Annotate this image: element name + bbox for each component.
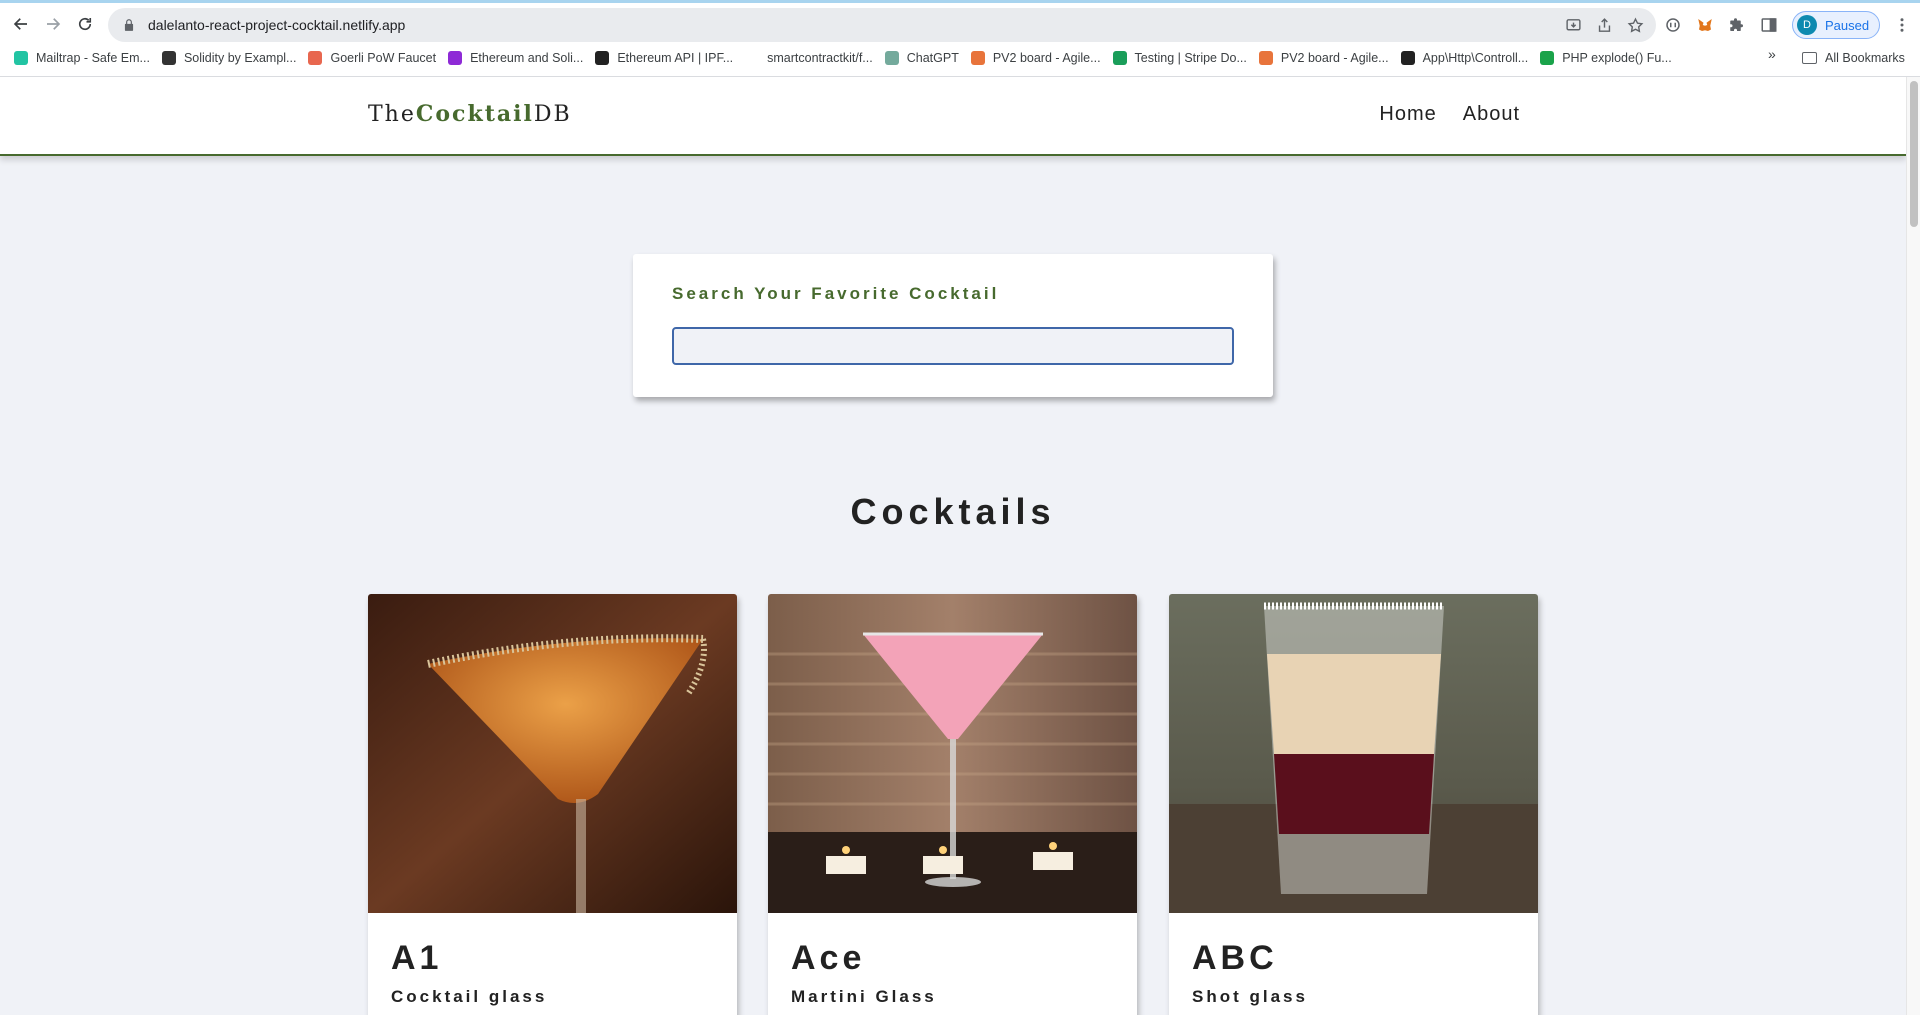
nav-links: Home About xyxy=(1379,103,1520,126)
cocktail-image[interactable] xyxy=(768,594,1137,913)
browser-chrome: dalelanto-react-project-cocktail.netlify… xyxy=(0,0,1920,77)
search-label: Search Your Favorite Cocktail xyxy=(672,284,1000,303)
search-input[interactable] xyxy=(672,327,1234,365)
bookmark-item[interactable]: Mailtrap - Safe Em... xyxy=(8,46,156,70)
bookmark-item[interactable]: Ethereum and Soli... xyxy=(442,46,589,70)
bookmarks-bar: Mailtrap - Safe Em... Solidity by Exampl.… xyxy=(0,44,1920,72)
back-button[interactable] xyxy=(8,11,34,37)
bookmark-favicon-icon xyxy=(1540,51,1555,65)
cocktail-glass: Martini Glass xyxy=(791,987,937,1006)
cocktail-image[interactable] xyxy=(368,594,737,913)
folder-icon xyxy=(1802,52,1817,64)
forward-button[interactable] xyxy=(40,11,66,37)
reload-icon xyxy=(78,17,92,31)
all-bookmarks-label: All Bookmarks xyxy=(1825,51,1905,65)
cocktail-name: Ace xyxy=(791,939,866,977)
cocktail-glass: Shot glass xyxy=(1192,987,1308,1006)
url-text[interactable]: dalelanto-react-project-cocktail.netlify… xyxy=(148,17,405,33)
nav-home-link[interactable]: Home xyxy=(1379,103,1436,126)
bookmark-label: Goerli PoW Faucet xyxy=(330,51,437,65)
bookmark-item[interactable]: App\Http\Controll... xyxy=(1395,46,1535,70)
bookmark-label: App\Http\Controll... xyxy=(1422,51,1529,65)
bookmark-item[interactable]: PV2 board - Agile... xyxy=(1253,46,1395,70)
extension-circle-icon[interactable] xyxy=(1664,16,1682,34)
page-viewport: TheCocktailDB Home About Search Your Fav… xyxy=(0,77,1906,1015)
bookmark-label: Ethereum API | IPF... xyxy=(617,51,734,65)
cocktail-card[interactable]: A1 Cocktail glass xyxy=(368,594,737,1015)
profile-status: Paused xyxy=(1825,17,1870,33)
search-form: Search Your Favorite Cocktail xyxy=(633,254,1273,397)
bookmark-favicon-icon xyxy=(745,51,760,65)
metamask-fox-icon[interactable] xyxy=(1696,16,1714,34)
bookmark-favicon-icon xyxy=(14,51,28,65)
logo-suffix: DB xyxy=(533,102,572,127)
puzzle-extensions-icon[interactable] xyxy=(1728,16,1746,34)
avatar: D xyxy=(1797,15,1817,35)
cocktail-glass: Cocktail glass xyxy=(391,987,548,1006)
reload-button[interactable] xyxy=(72,11,98,37)
bookmark-favicon-icon xyxy=(308,51,323,65)
site-logo[interactable]: TheCocktailDB xyxy=(368,101,572,127)
cocktail-card[interactable]: ABC Shot glass xyxy=(1169,594,1538,1015)
bookmark-label: Ethereum and Soli... xyxy=(470,51,584,65)
bookmark-favicon-icon xyxy=(595,51,610,65)
arrow-left-icon xyxy=(13,18,27,30)
bookmark-favicon-icon xyxy=(1400,51,1415,65)
bookmark-label: Testing | Stripe Do... xyxy=(1134,51,1247,65)
share-icon[interactable] xyxy=(1596,17,1613,34)
bookmark-favicon-icon xyxy=(884,51,899,65)
cocktail-card[interactable]: Ace Martini Glass xyxy=(768,594,1137,1015)
browser-toolbar: dalelanto-react-project-cocktail.netlify… xyxy=(0,3,1920,43)
kebab-menu-icon xyxy=(1900,18,1904,32)
browser-menu-button[interactable] xyxy=(1890,13,1914,37)
section-title: Cocktails xyxy=(850,491,1056,532)
page-scrollbar[interactable] xyxy=(1906,77,1920,1015)
bookmark-item[interactable]: PV2 board - Agile... xyxy=(965,46,1107,70)
bookmark-item[interactable]: Solidity by Exampl... xyxy=(156,46,303,70)
bookmark-item[interactable]: PHP explode() Fu... xyxy=(1534,46,1678,70)
bookmark-item[interactable]: Testing | Stripe Do... xyxy=(1107,46,1253,70)
cocktail-image[interactable] xyxy=(1169,594,1538,913)
bookmark-item[interactable]: ChatGPT xyxy=(879,46,965,70)
bookmark-item[interactable]: Goerli PoW Faucet xyxy=(302,46,442,70)
bookmark-label: ChatGPT xyxy=(906,51,959,65)
side-panel-icon[interactable] xyxy=(1760,16,1778,34)
scrollbar-thumb[interactable] xyxy=(1910,81,1918,227)
bookmark-label: smartcontractkit/f... xyxy=(767,51,873,65)
cocktail-name: ABC xyxy=(1192,939,1278,977)
profile-button[interactable]: D Paused xyxy=(1792,11,1880,39)
bookmark-label: Mailtrap - Safe Em... xyxy=(36,51,150,65)
bookmark-item[interactable]: smartcontractkit/f... xyxy=(739,46,879,70)
bookmark-item[interactable]: Ethereum API | IPF... xyxy=(589,46,739,70)
address-bar[interactable]: dalelanto-react-project-cocktail.netlify… xyxy=(108,8,1656,42)
bookmark-favicon-icon xyxy=(161,51,176,65)
bookmark-favicon-icon xyxy=(970,51,985,65)
bookmark-label: PV2 board - Agile... xyxy=(1280,51,1389,65)
install-app-icon[interactable] xyxy=(1565,17,1582,34)
bookmark-favicon-icon xyxy=(448,51,463,65)
bookmark-star-icon[interactable] xyxy=(1627,17,1644,34)
bookmark-label: Solidity by Exampl... xyxy=(183,51,297,65)
bookmark-label: PHP explode() Fu... xyxy=(1562,51,1672,65)
bookmark-label: PV2 board - Agile... xyxy=(992,51,1101,65)
all-bookmarks-button[interactable]: All Bookmarks xyxy=(1796,46,1911,70)
bookmark-favicon-icon xyxy=(1112,51,1127,65)
logo-prefix: The xyxy=(368,102,416,127)
arrow-right-icon xyxy=(47,18,61,30)
bookmarks-overflow-button[interactable]: » xyxy=(1768,46,1776,62)
cocktail-name: A1 xyxy=(391,939,443,977)
logo-bold: Cocktail xyxy=(415,101,534,127)
site-navbar: TheCocktailDB Home About xyxy=(0,77,1906,156)
lock-icon[interactable] xyxy=(122,18,136,32)
nav-about-link[interactable]: About xyxy=(1463,103,1520,126)
bookmark-favicon-icon xyxy=(1258,51,1273,65)
